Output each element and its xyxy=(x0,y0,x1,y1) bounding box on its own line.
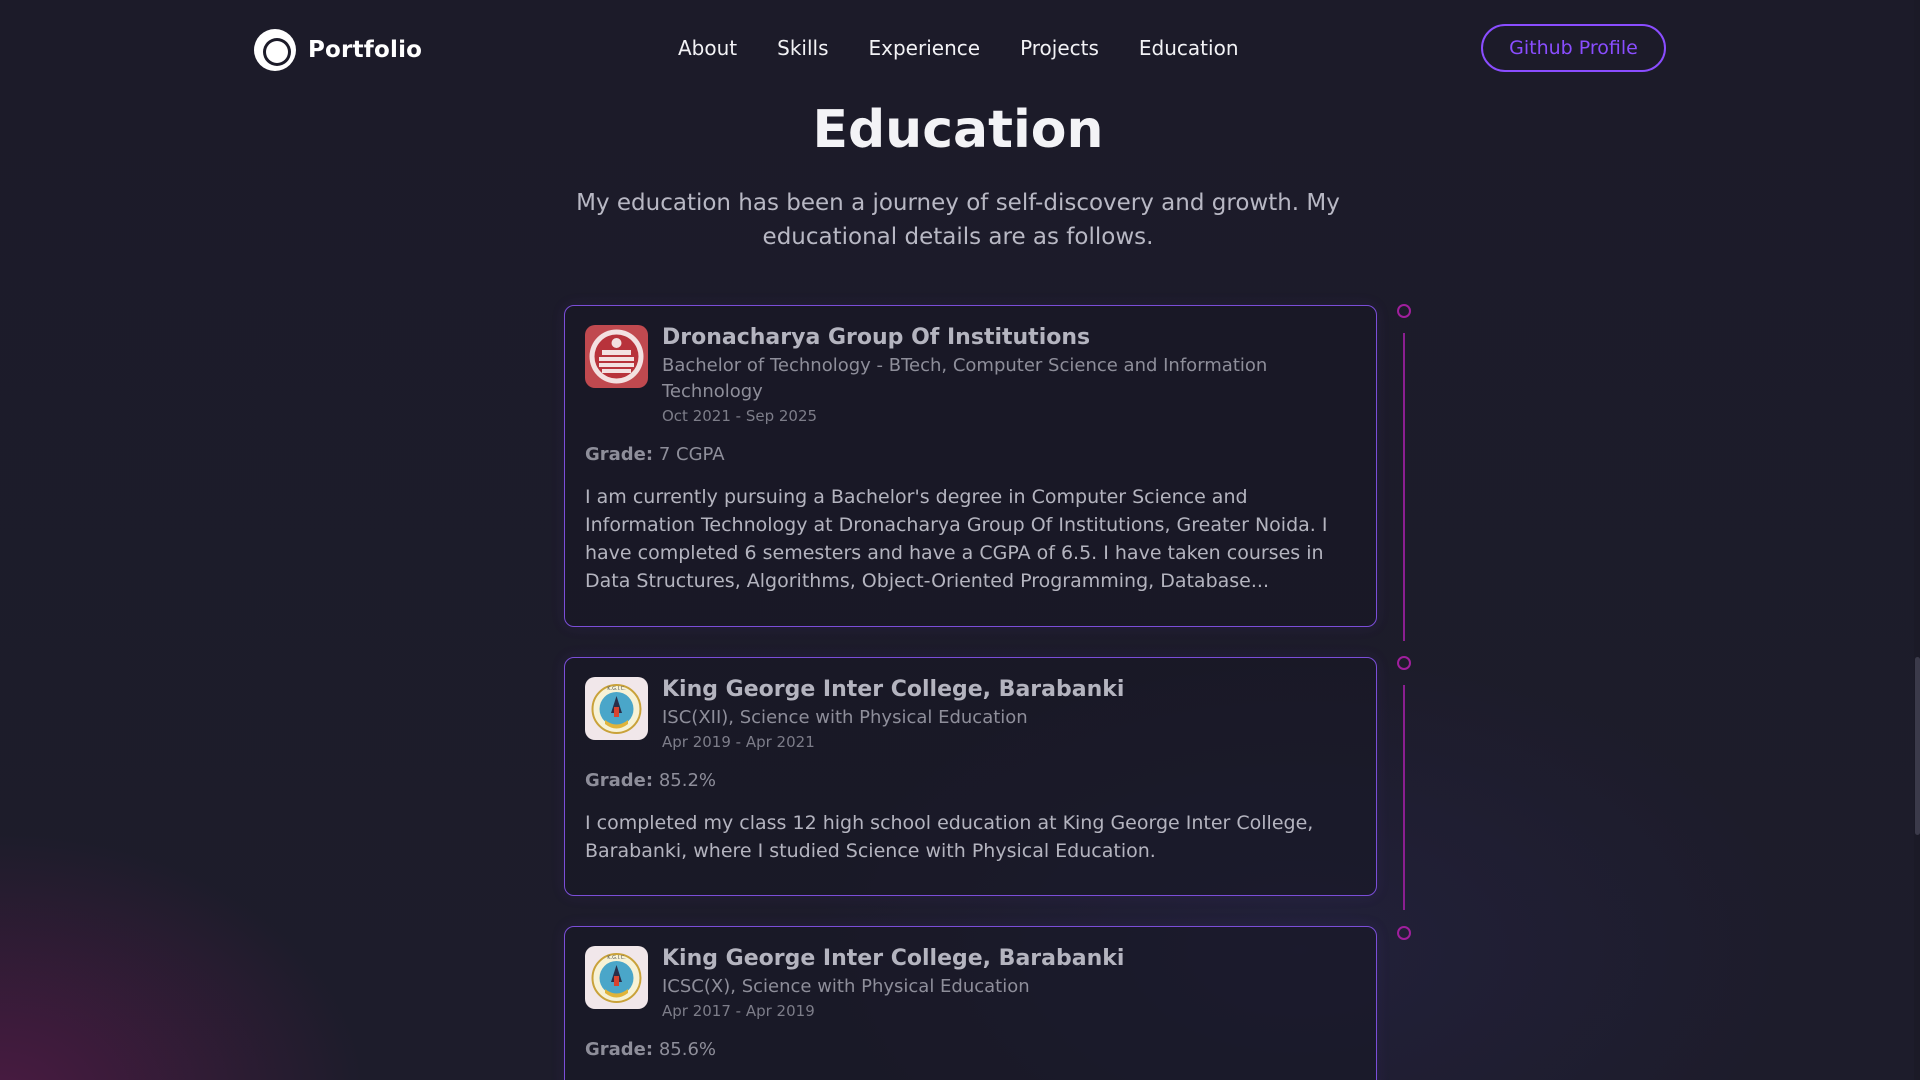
github-profile-button[interactable]: Github Profile xyxy=(1481,24,1666,72)
grade-value: 7 CGPA xyxy=(658,444,725,465)
school-name: King George Inter College, Barabanki xyxy=(662,677,1125,702)
card-header: K.G.I.C. King George Inter College, Bara… xyxy=(585,946,1356,1022)
card-info: King George Inter College, Barabanki ICS… xyxy=(662,946,1356,1022)
nav-link-experience[interactable]: Experience xyxy=(869,36,981,60)
card-info: Dronacharya Group Of Institutions Bachel… xyxy=(662,325,1356,427)
logo[interactable]: Portfolio xyxy=(253,28,422,72)
school-logo: K.G.I.C. xyxy=(585,946,648,1009)
svg-text:K.G.I.C.: K.G.I.C. xyxy=(607,686,626,692)
grade-label: Grade: xyxy=(585,1039,654,1060)
grade: Grade: 85.6% xyxy=(585,1038,1356,1062)
school-logo: K.G.I.C. xyxy=(585,677,648,740)
nav-links: About Skills Experience Projects Educati… xyxy=(678,36,1239,60)
date-range: Apr 2017 - Apr 2019 xyxy=(662,1002,815,1020)
degree: ISC(XII), Science with Physical Educatio… xyxy=(662,707,1028,728)
nav-link-about[interactable]: About xyxy=(678,36,737,60)
degree: ICSC(X), Science with Physical Education xyxy=(662,976,1030,997)
svg-text:K.G.I.C.: K.G.I.C. xyxy=(607,955,626,961)
institution-emblem-icon xyxy=(585,325,648,388)
education-card[interactable]: K.G.I.C. King George Inter College, Bara… xyxy=(564,926,1377,1080)
card-header: K.G.I.C. King George Inter College, Bara… xyxy=(585,677,1356,753)
nav-link-projects[interactable]: Projects xyxy=(1020,36,1099,60)
school-name: Dronacharya Group Of Institutions xyxy=(662,325,1091,350)
college-crest-icon: K.G.I.C. xyxy=(585,677,648,740)
timeline-dot xyxy=(1397,304,1411,318)
section-title: Education xyxy=(812,100,1104,160)
grade: Grade: 7 CGPA xyxy=(585,443,1356,467)
scrollbar-track[interactable] xyxy=(1914,0,1920,1080)
degree: Bachelor of Technology - BTech, Computer… xyxy=(662,355,1268,402)
nav-link-education[interactable]: Education xyxy=(1139,36,1239,60)
education-card[interactable]: K.G.I.C. King George Inter College, Bara… xyxy=(564,657,1377,896)
grade-label: Grade: xyxy=(585,770,654,791)
date-range: Oct 2021 - Sep 2025 xyxy=(662,407,818,425)
scrollbar-thumb[interactable] xyxy=(1915,657,1920,835)
timeline-connector xyxy=(1403,333,1405,641)
card-description: I am currently pursuing a Bachelor's deg… xyxy=(585,486,1328,592)
card-header: Dronacharya Group Of Institutions Bachel… xyxy=(585,325,1356,427)
timeline-dot xyxy=(1397,656,1411,670)
college-crest-icon: K.G.I.C. xyxy=(585,946,648,1009)
navbar: Portfolio About Skills Experience Projec… xyxy=(0,0,1920,100)
date-range: Apr 2019 - Apr 2021 xyxy=(662,733,815,751)
card-info: King George Inter College, Barabanki ISC… xyxy=(662,677,1356,753)
page: Portfolio About Skills Experience Projec… xyxy=(0,0,1920,1080)
education-card[interactable]: Dronacharya Group Of Institutions Bachel… xyxy=(564,305,1377,627)
timeline-dot xyxy=(1397,926,1411,940)
grade-value: 85.6% xyxy=(658,1039,717,1060)
school-name: King George Inter College, Barabanki xyxy=(662,946,1125,971)
logo-text: Portfolio xyxy=(308,37,423,63)
grade-label: Grade: xyxy=(585,444,654,465)
timeline-connector xyxy=(1403,685,1405,910)
nav-link-skills[interactable]: Skills xyxy=(777,36,828,60)
section-description: My education has been a journey of self-… xyxy=(576,190,1340,250)
grade-value: 85.2% xyxy=(658,770,717,791)
grade: Grade: 85.2% xyxy=(585,769,1356,793)
portfolio-logo-icon xyxy=(254,29,296,71)
card-description: I completed my class 12 high school educ… xyxy=(585,812,1314,862)
school-logo xyxy=(585,325,648,388)
